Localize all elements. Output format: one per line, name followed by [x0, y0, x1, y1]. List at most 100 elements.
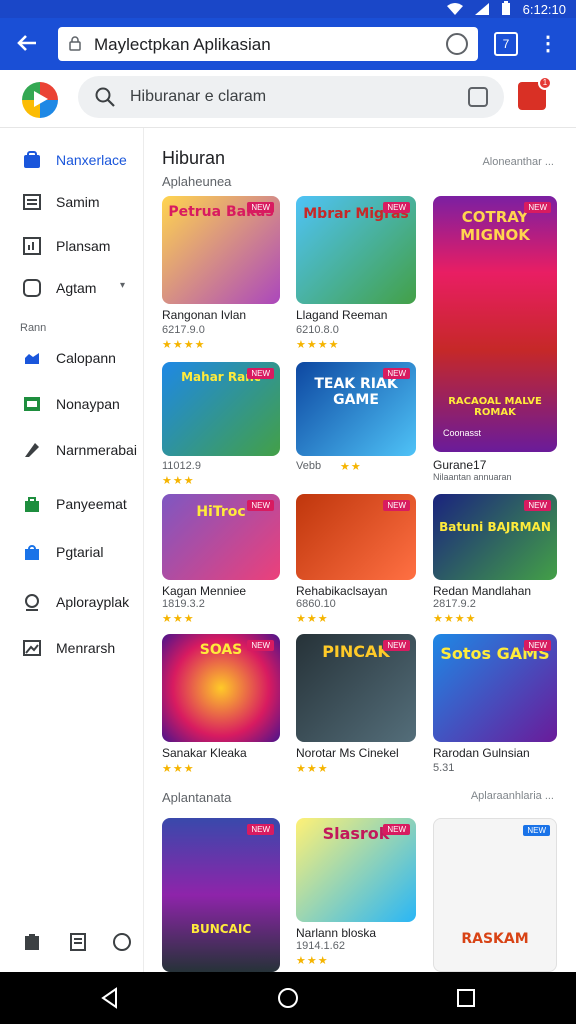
- app-rating: ★★★: [296, 613, 329, 625]
- status-bar: 6:12:10: [0, 0, 576, 18]
- app-card[interactable]: Mahar Ranc NEW 11012.9 ★★★: [162, 362, 280, 490]
- app-meta: 1914.1.62: [296, 940, 345, 952]
- sidebar-item-0[interactable]: Nanxerlace: [0, 142, 144, 182]
- app-thumbnail: Mbrar Migras NEW: [296, 196, 416, 304]
- sidebar-item-6[interactable]: Narnmerabai: [0, 432, 144, 472]
- sidebar-item-label: Samim: [56, 194, 100, 210]
- new-badge: NEW: [383, 640, 410, 651]
- sidebar-item-4[interactable]: Calopann: [0, 340, 144, 380]
- sidebar-item-10[interactable]: Menrarsh: [0, 630, 144, 670]
- app-card[interactable]: RASKAM NEW: [433, 818, 557, 972]
- back-arrow-icon[interactable]: [14, 30, 42, 58]
- app-rating: ★★★: [162, 613, 195, 625]
- sidebar-item-2[interactable]: Plansam: [0, 228, 144, 268]
- sidebar-item-label: Aplorayplak: [56, 594, 130, 610]
- sidebar-item-label: Menrarsh: [56, 640, 116, 656]
- sidebar-item-9[interactable]: Aplorayplak: [0, 584, 144, 624]
- shop-icon: [22, 494, 42, 514]
- new-badge: NEW: [247, 368, 274, 379]
- sidebar-item-8[interactable]: Pgtarial: [0, 534, 144, 574]
- app-card[interactable]: Slasrok NEW Narlann bloska 1914.1.62 ★★★: [296, 818, 416, 972]
- section-more-link[interactable]: Aloneanthar ...: [482, 156, 554, 168]
- clipboard-icon[interactable]: [22, 932, 42, 952]
- app-name: Kagan Menniee: [162, 584, 247, 598]
- gift-icon[interactable]: 1: [518, 76, 552, 110]
- overflow-menu-icon[interactable]: ⋮: [538, 30, 558, 58]
- app-card[interactable]: Batuni BAJRMAN NEW Redan Mandlahan 2817.…: [433, 494, 557, 630]
- featured-thumbnail: COTRAY MIGNOK RACAOAL MALVE ROMAK Coonas…: [433, 196, 557, 452]
- app-art-text: BUNCAIC: [190, 922, 252, 936]
- sidebar-item-7[interactable]: Panyeemat: [0, 486, 144, 526]
- app-name: Rehabikaclsayan: [296, 584, 388, 598]
- chart-icon: [22, 236, 42, 256]
- app-card[interactable]: Petrua Bakus NEW Rangonan Ivlan 6217.9.0…: [162, 196, 280, 356]
- new-badge: NEW: [524, 640, 551, 651]
- section-subtitle: Aplaheunea: [162, 174, 232, 189]
- app-card[interactable]: NEW Rehabikaclsayan 6860.10 ★★★: [296, 494, 416, 630]
- search-input[interactable]: Hiburanar e claram: [130, 88, 266, 106]
- voice-search-icon[interactable]: [468, 87, 488, 107]
- app-card[interactable]: HiTroc NEW Kagan Menniee 1819.3.2 ★★★: [162, 494, 280, 630]
- app-card[interactable]: TEAK RIAK GAME NEW Vebb ★★: [296, 362, 416, 490]
- store-icon: [22, 150, 42, 170]
- new-badge: NEW: [247, 640, 274, 651]
- app-name: Gurane17: [433, 458, 487, 472]
- app-meta: 1819.3.2: [162, 598, 205, 610]
- back-icon[interactable]: [98, 986, 122, 1010]
- new-badge: NEW: [383, 202, 410, 213]
- section-title: Hiburan: [162, 148, 226, 168]
- new-badge: NEW: [247, 202, 274, 213]
- url-field[interactable]: Maylectpkan Aplikasian: [58, 27, 478, 61]
- app-card[interactable]: SOAS NEW Sanakar Kleaka ★★★: [162, 634, 280, 780]
- chevron-down-icon[interactable]: ▾: [120, 280, 125, 291]
- app-card[interactable]: BUNCAIC NEW: [162, 818, 280, 972]
- section2-more-link[interactable]: Aplaraanhlaria ...: [471, 790, 554, 802]
- tag-icon: [22, 440, 42, 460]
- app-card[interactable]: Mbrar Migras NEW Llagand Reeman 6210.8.0…: [296, 196, 416, 356]
- sidebar-footer: [0, 912, 144, 972]
- app-meta: 2817.9.2: [433, 598, 476, 610]
- app-rating: ★★★★: [162, 339, 206, 351]
- wifi-icon: [446, 2, 463, 18]
- app-thumbnail: RASKAM NEW: [433, 818, 557, 972]
- sidebar-item-1[interactable]: Samim: [0, 184, 144, 224]
- sidebar-item-label: Nanxerlace: [56, 152, 127, 168]
- document-icon[interactable]: [68, 932, 88, 952]
- sidebar-item-label: Pgtarial: [56, 544, 104, 560]
- new-badge: NEW: [383, 368, 410, 379]
- play-logo-icon[interactable]: [20, 80, 60, 118]
- new-badge: NEW: [247, 500, 274, 511]
- app-thumbnail: Slasrok NEW: [296, 818, 416, 922]
- lock-icon: [68, 35, 82, 51]
- app-thumbnail: Petrua Bakus NEW: [162, 196, 280, 304]
- app-art-text: RASKAM: [461, 931, 529, 947]
- sidebar-item-3[interactable]: Agtam ▾: [0, 270, 144, 310]
- new-badge: NEW: [247, 824, 274, 835]
- sidebar-item-5[interactable]: Nonaypan: [0, 386, 144, 426]
- search-bar[interactable]: Hiburanar e claram: [78, 76, 504, 118]
- app-meta: 6860.10: [296, 598, 336, 610]
- app-header: Hiburanar e claram 1: [0, 70, 576, 128]
- reload-icon[interactable]: [446, 33, 468, 55]
- app-name: Sanakar Kleaka: [162, 746, 247, 760]
- app-meta: 11012.9: [162, 460, 201, 472]
- message-icon: [22, 394, 42, 414]
- url-text: Maylectpkan Aplikasian: [94, 35, 271, 54]
- featured-app-card[interactable]: COTRAY MIGNOK RACAOAL MALVE ROMAK Coonas…: [433, 196, 557, 486]
- app-card[interactable]: Sotos GAMS NEW Rarodan Gulnsian 5.31: [433, 634, 557, 780]
- recents-icon[interactable]: [454, 986, 478, 1010]
- sidebar: Nanxerlace Samim Plansam Agtam ▾ Rann Ca…: [0, 128, 144, 972]
- app-thumbnail: SOAS NEW: [162, 634, 280, 742]
- app-meta: 5.31: [433, 762, 455, 774]
- featured-caption: RACAOAL MALVE ROMAK: [448, 396, 542, 418]
- app-meta: 6210.8.0: [296, 324, 339, 336]
- sidebar-section-label: Rann: [20, 322, 47, 334]
- new-badge: NEW: [383, 824, 410, 835]
- help-icon[interactable]: [112, 932, 132, 952]
- sidebar-item-label: Narnmerabai: [56, 442, 137, 458]
- home-icon[interactable]: [276, 986, 300, 1010]
- app-thumbnail: Sotos GAMS NEW: [433, 634, 557, 742]
- app-card[interactable]: PINCAK NEW Norotar Ms Cinekel ★★★: [296, 634, 416, 780]
- tabs-button[interactable]: 7: [494, 32, 518, 56]
- app-thumbnail: Mahar Ranc NEW: [162, 362, 280, 456]
